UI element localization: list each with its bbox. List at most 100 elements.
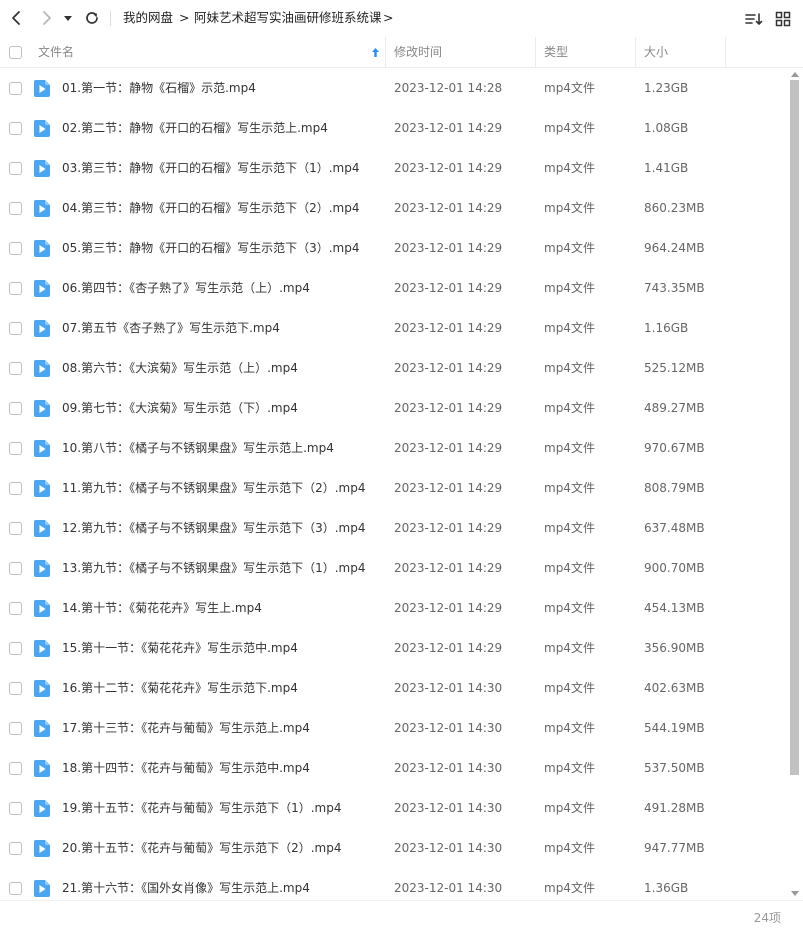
sort-list-button[interactable] bbox=[744, 9, 764, 29]
file-row[interactable]: 16.第十二节：《菊花花卉》写生示范下.mp4 2023-12-01 14:30 m… bbox=[0, 668, 789, 708]
file-row[interactable]: 14.第十节：《菊花花卉》写生上.mp4 2023-12-01 14:29 mp4文… bbox=[0, 588, 789, 628]
file-name[interactable]: 20.第十五节：《花卉与葡萄》写生示范下（2）.mp4 bbox=[62, 828, 341, 868]
row-checkbox[interactable] bbox=[9, 282, 22, 295]
row-checkbox[interactable] bbox=[9, 802, 22, 815]
scroll-down-arrow-icon[interactable] bbox=[791, 891, 799, 896]
file-name[interactable]: 17.第十三节：《花卉与葡萄》写生示范上.mp4 bbox=[62, 708, 310, 748]
file-name[interactable]: 04.第三节：静物《开口的石榴》写生示范下（2）.mp4 bbox=[62, 188, 359, 228]
row-checkbox[interactable] bbox=[9, 642, 22, 655]
row-checkbox[interactable] bbox=[9, 82, 22, 95]
file-name[interactable]: 01.第一节：静物《石榴》示范.mp4 bbox=[62, 68, 256, 108]
file-row[interactable]: 07.第五节《杏子熟了》写生示范下.mp4 2023-12-01 14:29 mp4… bbox=[0, 308, 789, 348]
file-row[interactable]: 21.第十六节：《国外女肖像》写生示范上.mp4 2023-12-01 14:30… bbox=[0, 868, 789, 900]
column-size-header[interactable]: 大小 bbox=[644, 37, 668, 67]
file-row[interactable]: 19.第十五节：《花卉与葡萄》写生示范下（1）.mp4 2023-12-01 14… bbox=[0, 788, 789, 828]
file-row[interactable]: 13.第九节：《橘子与不锈钢果盘》写生示范下（1）.mp4 2023-12-01 … bbox=[0, 548, 789, 588]
row-checkbox[interactable] bbox=[9, 202, 22, 215]
grid-view-button[interactable] bbox=[773, 9, 793, 29]
file-row[interactable]: 06.第四节：《杏子熟了》写生示范（上）.mp4 2023-12-01 14:29… bbox=[0, 268, 789, 308]
file-row[interactable]: 01.第一节：静物《石榴》示范.mp4 2023-12-01 14:28 mp4文件… bbox=[0, 68, 789, 108]
file-name[interactable]: 12.第九节：《橘子与不锈钢果盘》写生示范下（3）.mp4 bbox=[62, 508, 365, 548]
file-row[interactable]: 03.第三节：静物《开口的石榴》写生示范下（1）.mp4 2023-12-01 1… bbox=[0, 148, 789, 188]
file-name[interactable]: 19.第十五节：《花卉与葡萄》写生示范下（1）.mp4 bbox=[62, 788, 341, 828]
file-type: mp4文件 bbox=[544, 441, 595, 455]
file-type: mp4文件 bbox=[544, 121, 595, 135]
file-name[interactable]: 09.第七节：《大滨菊》写生示范（下）.mp4 bbox=[62, 388, 298, 428]
row-checkbox[interactable] bbox=[9, 402, 22, 415]
scrollbar-thumb[interactable] bbox=[790, 80, 799, 775]
breadcrumb-root[interactable]: 我的网盘 bbox=[123, 9, 173, 27]
row-checkbox[interactable] bbox=[9, 842, 22, 855]
file-row[interactable]: 02.第二节：静物《开口的石榴》写生示范上.mp4 2023-12-01 14:2… bbox=[0, 108, 789, 148]
row-checkbox[interactable] bbox=[9, 682, 22, 695]
file-modified: 2023-12-01 14:30 bbox=[394, 801, 503, 815]
file-name[interactable]: 06.第四节：《杏子熟了》写生示范（上）.mp4 bbox=[62, 268, 310, 308]
file-row[interactable]: 15.第十一节：《菊花花卉》写生示范中.mp4 2023-12-01 14:29 m… bbox=[0, 628, 789, 668]
toolbar-divider bbox=[110, 11, 111, 26]
file-name[interactable]: 16.第十二节：《菊花花卉》写生示范下.mp4 bbox=[62, 668, 298, 708]
file-name[interactable]: 11.第九节：《橘子与不锈钢果盘》写生示范下（2）.mp4 bbox=[62, 468, 365, 508]
file-row[interactable]: 04.第三节：静物《开口的石榴》写生示范下（2）.mp4 2023-12-01 1… bbox=[0, 188, 789, 228]
row-checkbox[interactable] bbox=[9, 522, 22, 535]
breadcrumb-current[interactable]: 阿妹艺术超写实油画研修班系统课 bbox=[194, 9, 382, 27]
file-modified: 2023-12-01 14:29 bbox=[394, 241, 503, 255]
file-row[interactable]: 10.第八节：《橘子与不锈钢果盘》写生示范上.mp4 2023-12-01 14:… bbox=[0, 428, 789, 468]
file-modified: 2023-12-01 14:29 bbox=[394, 161, 503, 175]
file-modified: 2023-12-01 14:29 bbox=[394, 561, 503, 575]
column-divider[interactable] bbox=[385, 37, 386, 67]
file-name[interactable]: 02.第二节：静物《开口的石榴》写生示范上.mp4 bbox=[62, 108, 328, 148]
refresh-button[interactable] bbox=[82, 8, 102, 28]
row-checkbox[interactable] bbox=[9, 722, 22, 735]
row-checkbox[interactable] bbox=[9, 762, 22, 775]
file-name[interactable]: 03.第三节：静物《开口的石榴》写生示范下（1）.mp4 bbox=[62, 148, 359, 188]
file-type: mp4文件 bbox=[544, 521, 595, 535]
row-checkbox[interactable] bbox=[9, 122, 22, 135]
file-modified: 2023-12-01 14:29 bbox=[394, 201, 503, 215]
file-row[interactable]: 18.第十四节：《花卉与葡萄》写生示范中.mp4 2023-12-01 14:30… bbox=[0, 748, 789, 788]
file-row[interactable]: 11.第九节：《橘子与不锈钢果盘》写生示范下（2）.mp4 2023-12-01 … bbox=[0, 468, 789, 508]
file-name[interactable]: 14.第十节：《菊花花卉》写生上.mp4 bbox=[62, 588, 262, 628]
video-file-icon bbox=[34, 120, 50, 137]
column-name-header[interactable]: 文件名 bbox=[38, 37, 74, 67]
row-checkbox[interactable] bbox=[9, 442, 22, 455]
file-name[interactable]: 18.第十四节：《花卉与葡萄》写生示范中.mp4 bbox=[62, 748, 310, 788]
row-checkbox[interactable] bbox=[9, 242, 22, 255]
column-type-header[interactable]: 类型 bbox=[544, 37, 568, 67]
file-name[interactable]: 07.第五节《杏子熟了》写生示范下.mp4 bbox=[62, 308, 280, 348]
file-name[interactable]: 05.第三节：静物《开口的石榴》写生示范下（3）.mp4 bbox=[62, 228, 359, 268]
file-row[interactable]: 05.第三节：静物《开口的石榴》写生示范下（3）.mp4 2023-12-01 1… bbox=[0, 228, 789, 268]
file-size: 491.28MB bbox=[644, 801, 705, 815]
scrollbar[interactable] bbox=[789, 68, 801, 900]
back-button[interactable] bbox=[6, 8, 26, 28]
file-row[interactable]: 20.第十五节：《花卉与葡萄》写生示范下（2）.mp4 2023-12-01 14… bbox=[0, 828, 789, 868]
file-name[interactable]: 21.第十六节：《国外女肖像》写生示范上.mp4 bbox=[62, 868, 310, 900]
forward-button[interactable] bbox=[37, 8, 57, 28]
file-name[interactable]: 13.第九节：《橘子与不锈钢果盘》写生示范下（1）.mp4 bbox=[62, 548, 365, 588]
row-checkbox[interactable] bbox=[9, 162, 22, 175]
file-modified: 2023-12-01 14:30 bbox=[394, 721, 503, 735]
file-row[interactable]: 12.第九节：《橘子与不锈钢果盘》写生示范下（3）.mp4 2023-12-01 … bbox=[0, 508, 789, 548]
row-checkbox[interactable] bbox=[9, 322, 22, 335]
file-row[interactable]: 09.第七节：《大滨菊》写生示范（下）.mp4 2023-12-01 14:29 m… bbox=[0, 388, 789, 428]
column-divider[interactable] bbox=[535, 37, 536, 67]
row-checkbox[interactable] bbox=[9, 562, 22, 575]
sort-arrow-up-icon[interactable] bbox=[371, 47, 380, 58]
file-row[interactable]: 17.第十三节：《花卉与葡萄》写生示范上.mp4 2023-12-01 14:30… bbox=[0, 708, 789, 748]
scroll-up-arrow-icon[interactable] bbox=[791, 72, 799, 77]
select-all-checkbox[interactable] bbox=[9, 46, 22, 59]
file-name[interactable]: 10.第八节：《橘子与不锈钢果盘》写生示范上.mp4 bbox=[62, 428, 334, 468]
row-checkbox[interactable] bbox=[9, 602, 22, 615]
file-name[interactable]: 08.第六节：《大滨菊》写生示范（上）.mp4 bbox=[62, 348, 298, 388]
file-row[interactable]: 08.第六节：《大滨菊》写生示范（上）.mp4 2023-12-01 14:29 m… bbox=[0, 348, 789, 388]
breadcrumb-separator[interactable]: > bbox=[383, 9, 393, 27]
file-type: mp4文件 bbox=[544, 721, 595, 735]
file-name[interactable]: 15.第十一节：《菊花花卉》写生示范中.mp4 bbox=[62, 628, 298, 668]
row-checkbox[interactable] bbox=[9, 882, 22, 895]
video-file-icon bbox=[34, 560, 50, 577]
row-checkbox[interactable] bbox=[9, 362, 22, 375]
column-divider[interactable] bbox=[725, 37, 726, 67]
column-modified-header[interactable]: 修改时间 bbox=[394, 37, 442, 67]
row-checkbox[interactable] bbox=[9, 482, 22, 495]
history-dropdown-button[interactable] bbox=[61, 8, 75, 28]
column-divider[interactable] bbox=[635, 37, 636, 67]
